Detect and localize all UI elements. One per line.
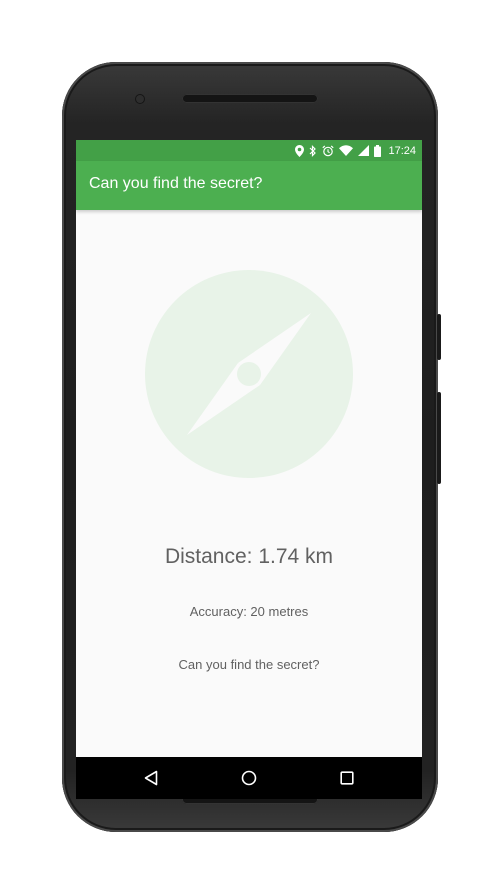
back-button[interactable] — [127, 757, 175, 799]
recents-button[interactable] — [323, 757, 371, 799]
compass-icon — [145, 270, 353, 478]
volume-button — [437, 392, 441, 484]
alarm-icon — [322, 144, 335, 156]
bluetooth-icon — [310, 144, 317, 157]
status-time: 17:24 — [388, 144, 416, 157]
hint-text: Can you find the secret? — [178, 657, 320, 672]
top-speaker — [182, 94, 318, 103]
battery-icon — [374, 144, 382, 157]
home-button[interactable] — [225, 757, 273, 799]
home-icon — [241, 770, 257, 786]
status-bar: 17:24 — [76, 140, 422, 161]
distance-text: Distance: 1.74 km — [164, 545, 334, 568]
front-camera — [136, 95, 144, 103]
recents-icon — [340, 771, 354, 785]
app-title: Can you find the secret? — [89, 175, 263, 192]
app-screen: 17:24 Can you find the secret? Distance:… — [76, 140, 422, 757]
location-icon — [295, 144, 305, 157]
back-icon — [144, 770, 158, 786]
signal-icon — [358, 145, 370, 156]
app-bar: Can you find the secret? — [76, 161, 422, 210]
navigation-bar — [76, 757, 422, 799]
accuracy-text: Accuracy: 20 metres — [189, 604, 309, 619]
wifi-icon — [339, 145, 354, 156]
power-button — [437, 314, 441, 360]
